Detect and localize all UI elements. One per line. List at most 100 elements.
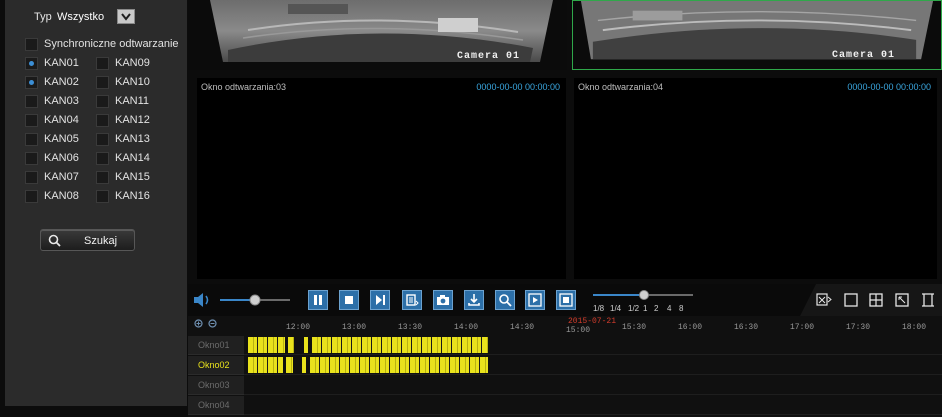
speed-slider[interactable] [593, 290, 693, 300]
channel-checkbox-kan07[interactable] [25, 171, 38, 184]
volume-icon[interactable] [192, 291, 212, 309]
search-panel: Typ Wszystko Synchroniczne odtwarzanie K… [5, 0, 187, 406]
speed-label: 8 [679, 304, 684, 313]
timeline-date: 2015-07-21 [568, 317, 617, 326]
recording-segment[interactable] [312, 337, 488, 353]
channel-checkbox-kan12[interactable] [96, 114, 109, 127]
recording-segment[interactable] [288, 337, 294, 353]
speed-label: 1/2 [628, 304, 640, 313]
window-timestamp: 0000-00-00 00:00:00 [476, 82, 560, 92]
channel-label: KAN10 [115, 76, 150, 88]
pause-icon [314, 295, 322, 305]
channel-label: KAN09 [115, 57, 150, 69]
channel-checkbox-kan01[interactable] [25, 57, 38, 70]
zoom-button[interactable] [495, 290, 515, 310]
channel-checkbox-kan06[interactable] [25, 152, 38, 165]
timeline-tick-label: 17:00 [790, 323, 815, 332]
channel-checkbox-kan09[interactable] [96, 57, 109, 70]
speed-label: 1/8 [593, 304, 605, 313]
pause-button[interactable] [308, 290, 328, 310]
clip-button[interactable] [402, 290, 422, 310]
close-window-icon [816, 293, 832, 306]
type-select-dropdown-button[interactable] [117, 9, 135, 24]
playback-window-1[interactable]: Camera 01 [188, 0, 567, 70]
stop-all-button[interactable] [556, 290, 576, 310]
channel-label: KAN02 [44, 76, 79, 88]
search-button[interactable]: Szukaj [40, 229, 135, 251]
sync-playback-checkbox[interactable] [25, 38, 38, 51]
timeline-tick-label: 17:30 [846, 323, 871, 332]
timeline-track[interactable] [244, 376, 942, 395]
type-label: Typ [34, 11, 52, 23]
channel-checkbox-kan03[interactable] [25, 95, 38, 108]
channel-checkbox-kan15[interactable] [96, 171, 109, 184]
timeline-tick-label: 13:30 [398, 323, 423, 332]
channel-checkbox-kan05[interactable] [25, 133, 38, 146]
grid-four-icon [869, 293, 883, 307]
volume-slider-thumb[interactable] [249, 294, 261, 306]
single-view-button[interactable] [843, 292, 859, 308]
search-icon [48, 234, 61, 247]
recording-segment[interactable] [310, 357, 488, 373]
window-title: Okno odtwarzania:04 [578, 82, 664, 92]
play-icon [528, 293, 542, 307]
channel-checkbox-kan16[interactable] [96, 190, 109, 203]
camera-caption: Camera 01 [457, 51, 521, 62]
channel-checkbox-kan14[interactable] [96, 152, 109, 165]
window-title: Okno odtwarzania:03 [201, 82, 287, 92]
zoom-in-icon[interactable] [194, 319, 203, 328]
camera-caption: Camera 01 [832, 50, 896, 61]
close-layout-button[interactable] [816, 292, 832, 308]
quad-view-button[interactable] [868, 292, 884, 308]
channel-label: KAN08 [44, 190, 79, 202]
recording-segment[interactable] [248, 357, 283, 373]
channel-label: KAN15 [115, 171, 150, 183]
playback-window-2[interactable]: Camera 01 [572, 0, 942, 70]
recording-segment[interactable] [286, 357, 293, 373]
camera-icon [437, 295, 449, 305]
stop-button[interactable] [339, 290, 359, 310]
fit-view-button[interactable] [894, 292, 910, 308]
timeline-tick-label: 16:30 [734, 323, 759, 332]
channel-label: KAN12 [115, 114, 150, 126]
speed-label: 4 [667, 304, 672, 313]
recording-segment[interactable] [302, 357, 306, 373]
recording-segment[interactable] [304, 337, 308, 353]
timeline-track[interactable] [244, 356, 942, 375]
channel-checkbox-kan11[interactable] [96, 95, 109, 108]
timeline-row-label[interactable]: Okno02 [188, 356, 244, 375]
timeline-row-label[interactable]: Okno04 [188, 396, 244, 415]
timeline-track[interactable] [244, 336, 942, 355]
play-button[interactable] [525, 290, 545, 310]
snapshot-button[interactable] [433, 290, 453, 310]
channel-label: KAN16 [115, 190, 150, 202]
channel-label: KAN11 [115, 95, 150, 107]
channel-label: KAN07 [44, 171, 79, 183]
window-timestamp: 0000-00-00 00:00:00 [847, 82, 931, 92]
speed-label: 1 [643, 304, 648, 313]
timeline-row-label[interactable]: Okno01 [188, 336, 244, 355]
channel-label: KAN01 [44, 57, 79, 69]
channel-checkbox-kan02[interactable] [25, 76, 38, 89]
timeline-row-label[interactable]: Okno03 [188, 376, 244, 395]
fullscreen-button[interactable] [920, 292, 936, 308]
channel-label: KAN14 [115, 152, 150, 164]
channel-checkbox-kan08[interactable] [25, 190, 38, 203]
channel-checkbox-kan04[interactable] [25, 114, 38, 127]
step-forward-icon [376, 295, 385, 305]
timeline-track[interactable] [244, 396, 942, 415]
magnifier-icon [499, 294, 512, 307]
single-view-icon [844, 293, 858, 307]
type-select-value: Wszystko [57, 11, 105, 23]
volume-slider[interactable] [220, 294, 290, 306]
channel-checkbox-kan10[interactable] [96, 76, 109, 89]
playback-window-3[interactable]: Okno odtwarzania:03 0000-00-00 00:00:00 [197, 78, 566, 279]
download-icon [468, 294, 480, 306]
playback-window-4[interactable]: Okno odtwarzania:04 0000-00-00 00:00:00 [574, 78, 937, 279]
channel-label: KAN05 [44, 133, 79, 145]
next-frame-button[interactable] [370, 290, 390, 310]
recording-segment[interactable] [248, 337, 285, 353]
channel-checkbox-kan13[interactable] [96, 133, 109, 146]
download-button[interactable] [464, 290, 484, 310]
zoom-out-icon[interactable] [208, 319, 217, 328]
